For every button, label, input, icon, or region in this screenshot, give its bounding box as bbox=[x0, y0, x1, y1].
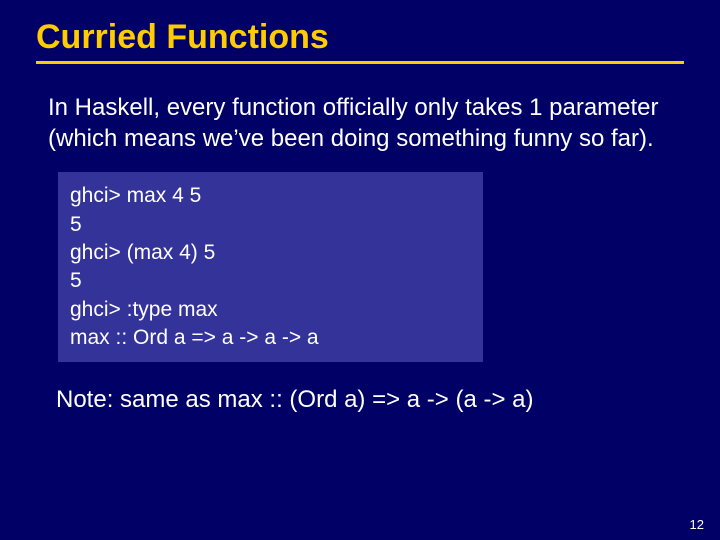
code-line: ghci> max 4 5 bbox=[70, 182, 471, 210]
slide-title: Curried Functions bbox=[0, 0, 720, 61]
note-paragraph: Note: same as max :: (Ord a) => a -> (a … bbox=[0, 362, 720, 414]
code-line: ghci> :type max bbox=[70, 296, 471, 324]
code-line: max :: Ord a => a -> a -> a bbox=[70, 324, 471, 352]
code-line: 5 bbox=[70, 211, 471, 239]
slide: Curried Functions In Haskell, every func… bbox=[0, 0, 720, 540]
code-line: ghci> (max 4) 5 bbox=[70, 239, 471, 267]
code-block: ghci> max 4 5 5 ghci> (max 4) 5 5 ghci> … bbox=[58, 172, 483, 362]
page-number: 12 bbox=[690, 517, 704, 532]
body-paragraph: In Haskell, every function officially on… bbox=[0, 64, 720, 154]
code-line: 5 bbox=[70, 267, 471, 295]
